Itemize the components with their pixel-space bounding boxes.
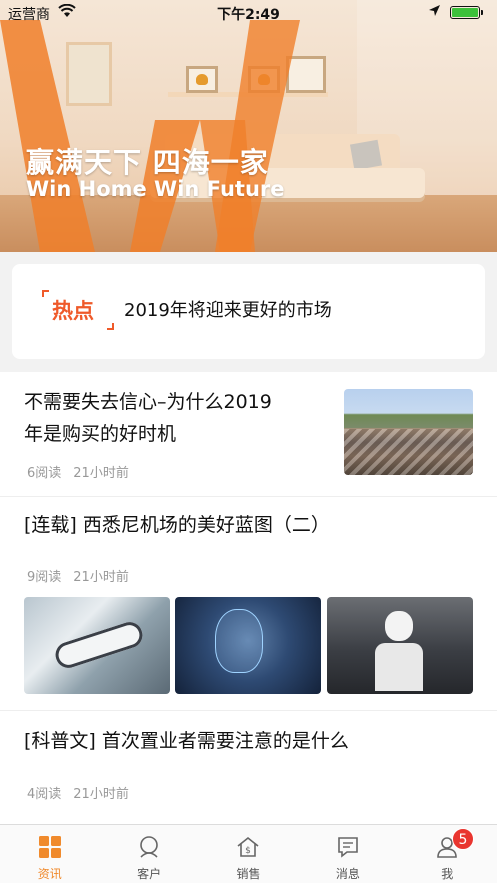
article-item[interactable]: [连载] 西悉尼机场的美好蓝图（二） 9阅读 21小时前 (0, 497, 497, 711)
user-circle-icon (140, 836, 158, 858)
tab-label: 资讯 (37, 867, 62, 881)
hot-news-card[interactable]: 热点 2019年将迎来更好的市场 (12, 264, 485, 359)
banner-subtitle: Win Home Win Future (26, 177, 285, 201)
hot-headline[interactable]: 2019年将迎来更好的市场 (124, 296, 332, 322)
message-icon (338, 837, 358, 858)
house-dollar-icon: $ (237, 836, 259, 857)
publish-time: 21小时前 (73, 570, 129, 585)
battery-icon (450, 6, 483, 19)
grid-icon (38, 836, 61, 858)
article-meta: 9阅读 21小时前 (27, 566, 129, 585)
brand-w-graphic (0, 20, 300, 252)
hot-tag-label: 热点 (52, 299, 94, 323)
article-thumbnail (344, 389, 473, 475)
tab-me[interactable]: 我 (398, 825, 497, 883)
service-robot-image (327, 597, 473, 694)
article-list: 不需要失去信心–为什么2019 年是购买的好时机 6阅读 21小时前 [连载] 西… (0, 372, 497, 824)
status-bar: 运营商 下午2:49 (0, 0, 497, 26)
app-screen: 赢满天下 四海一家 Win Home Win Future 运营商 下午2:49… (0, 0, 497, 883)
status-time: 下午2:49 (217, 7, 280, 23)
publish-time: 21小时前 (73, 466, 129, 481)
tab-label: 销售 (236, 867, 261, 881)
tab-label: 我 (441, 867, 454, 881)
read-count: 6阅读 (27, 466, 62, 481)
article-title: [科普文] 首次置业者需要注意的是什么 (24, 730, 349, 752)
hot-tag: 热点 (42, 290, 114, 330)
tab-customers[interactable]: 客户 (99, 825, 198, 883)
robot-handshake-image (24, 597, 170, 694)
location-arrow-icon (428, 4, 441, 21)
tab-label: 消息 (335, 867, 360, 881)
article-title: 不需要失去信心–为什么2019 年是购买的好时机 (24, 391, 272, 445)
article-title: [连载] 西悉尼机场的美好蓝图（二） (24, 514, 330, 536)
article-image-row (24, 597, 473, 694)
tab-label: 客户 (137, 867, 162, 881)
article-meta: 4阅读 21小时前 (27, 783, 129, 802)
tab-messages[interactable]: 消息 (298, 825, 397, 883)
banner-title: 赢满天下 四海一家 (26, 146, 269, 179)
notification-badge: 5 (452, 828, 474, 850)
read-count: 4阅读 (27, 787, 62, 802)
article-item[interactable]: [科普文] 首次置业者需要注意的是什么 4阅读 21小时前 (0, 711, 497, 823)
tab-news[interactable]: 资讯 (0, 825, 99, 883)
face-scan-image (175, 597, 321, 694)
article-item[interactable]: 不需要失去信心–为什么2019 年是购买的好时机 6阅读 21小时前 (0, 372, 497, 497)
read-count: 9阅读 (27, 570, 62, 585)
svg-text:$: $ (246, 846, 252, 856)
article-meta: 6阅读 21小时前 (27, 462, 129, 481)
promo-banner[interactable]: 赢满天下 四海一家 Win Home Win Future (0, 0, 497, 252)
tab-sales[interactable]: $ 销售 (199, 825, 298, 883)
publish-time: 21小时前 (73, 787, 129, 802)
tab-bar: 资讯 客户 $ 销售 消息 我 (0, 824, 497, 883)
